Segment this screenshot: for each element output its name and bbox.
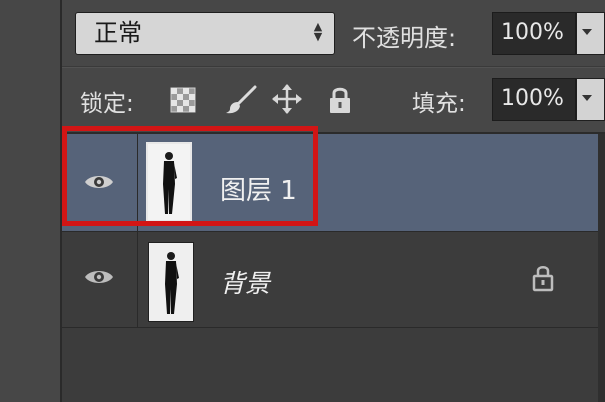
fill-input[interactable]: 100% [492, 78, 576, 121]
select-updown-icon: ▲ ▼ [313, 20, 323, 43]
lock-icon [532, 266, 554, 292]
scrollbar[interactable] [598, 134, 605, 402]
opacity-input[interactable]: 100% [492, 12, 576, 55]
blend-mode-value: 正常 [94, 19, 142, 47]
layer-name[interactable]: 背景 [220, 264, 270, 300]
lock-icon[interactable] [327, 85, 353, 115]
fill-label: 填充: [412, 91, 466, 117]
chevron-down-icon [582, 95, 592, 101]
checkerboard-icon[interactable] [168, 85, 198, 115]
visibility-toggle[interactable] [62, 232, 137, 328]
column-divider [137, 232, 138, 328]
move-icon[interactable] [271, 83, 303, 114]
fill-dropdown-button[interactable] [576, 78, 605, 121]
layer-row[interactable]: 背景 [62, 232, 605, 328]
eye-icon [85, 271, 113, 283]
brush-icon[interactable] [224, 85, 258, 115]
layer-thumbnail [148, 242, 194, 322]
options-separator-highlight [62, 67, 605, 68]
opacity-dropdown-button[interactable] [576, 12, 605, 55]
highlight-annotation-box [62, 126, 318, 226]
row-divider [62, 327, 605, 328]
chevron-down-icon [582, 29, 592, 35]
blend-mode-select[interactable]: 正常 ▲ ▼ [75, 12, 335, 55]
opacity-label: 不透明度: [352, 24, 457, 52]
left-panel-strip [0, 0, 60, 402]
lock-label: 锁定: [80, 91, 134, 117]
person-thumbnail-image [149, 243, 193, 321]
